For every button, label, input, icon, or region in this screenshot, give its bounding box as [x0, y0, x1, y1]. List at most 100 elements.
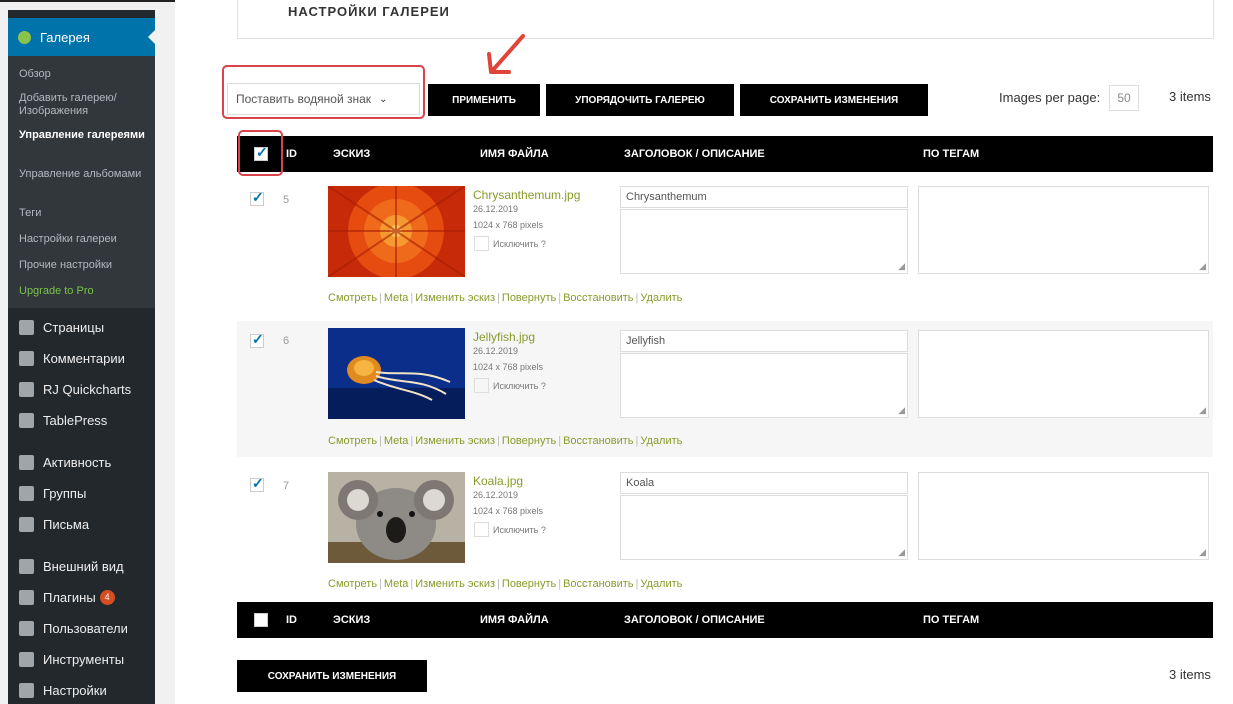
submenu-add-gallery[interactable]: Добавить галерею/ Изображения: [19, 92, 149, 118]
thumbnail-jellyfish[interactable]: [328, 328, 465, 419]
sidebar-item-activity[interactable]: Активность: [8, 450, 155, 474]
images-per-page-input[interactable]: 50: [1109, 85, 1139, 111]
highlight-box-checkbox: [238, 130, 283, 176]
sidebar-label: Комментарии: [43, 350, 125, 366]
exclude-label: Исключить ?: [493, 238, 546, 249]
submenu-overview[interactable]: Обзор: [19, 68, 149, 81]
row-checkbox[interactable]: [250, 331, 264, 348]
select-all-checkbox-bottom[interactable]: [254, 613, 268, 627]
exclude-option[interactable]: Исключить ?: [474, 378, 546, 393]
col-filename[interactable]: ИМЯ ФАЙЛА: [480, 148, 549, 160]
file-name-link[interactable]: Chrysanthemum.jpg: [473, 188, 580, 202]
sidebar-item-gallery[interactable]: Галерея: [8, 18, 155, 56]
file-date: 26.12.2019: [473, 204, 519, 214]
sidebar-item-quickcharts[interactable]: RJ Quickcharts: [8, 377, 155, 401]
gallery-settings-panel[interactable]: НАСТРОЙКИ ГАЛЕРЕИ: [237, 0, 1214, 39]
sidebar-item-users[interactable]: Пользователи: [8, 616, 155, 640]
exclude-checkbox[interactable]: [474, 236, 489, 251]
action-view[interactable]: Смотреть: [328, 435, 377, 447]
brush-icon: [19, 558, 34, 574]
save-changes-button-bottom[interactable]: СОХРАНИТЬ ИЗМЕНЕНИЯ: [237, 660, 427, 692]
tags-textarea[interactable]: ◢: [918, 186, 1209, 274]
action-meta[interactable]: Meta: [384, 435, 408, 447]
plugin-icon: [19, 589, 34, 605]
exclude-label: Исключить ?: [493, 380, 546, 391]
action-view[interactable]: Смотреть: [328, 292, 377, 304]
title-input[interactable]: Koala: [620, 472, 908, 494]
action-rotate[interactable]: Повернуть: [502, 435, 556, 447]
sidebar-header-label: Галерея: [40, 29, 90, 45]
col-id[interactable]: ID: [286, 148, 297, 160]
sidebar-item-plugins[interactable]: Плагины 4: [8, 585, 155, 609]
exclude-checkbox[interactable]: [474, 522, 489, 537]
row-checkbox[interactable]: [250, 475, 264, 492]
action-rotate[interactable]: Повернуть: [502, 578, 556, 590]
apply-button[interactable]: ПРИМЕНИТЬ: [428, 84, 540, 116]
description-textarea[interactable]: ◢: [620, 209, 908, 274]
action-meta[interactable]: Meta: [384, 578, 408, 590]
title-input[interactable]: Chrysanthemum: [620, 186, 908, 208]
resize-grip-icon: ◢: [898, 261, 905, 271]
file-dimensions: 1024 x 768 pixels: [473, 506, 544, 516]
col-filename[interactable]: ИМЯ ФАЙЛА: [480, 614, 549, 626]
submenu-manage-albums[interactable]: Управление альбомами: [19, 168, 149, 181]
sidebar-item-pages[interactable]: Страницы: [8, 315, 155, 339]
submenu-other-settings[interactable]: Прочие настройки: [19, 259, 149, 272]
col-title-desc: ЗАГОЛОВОК / ОПИСАНИЕ: [624, 148, 765, 160]
submenu-tags[interactable]: Теги: [19, 207, 149, 220]
highlight-box-select: [222, 65, 425, 119]
separator: |: [379, 435, 382, 447]
action-restore[interactable]: Восстановить: [563, 435, 633, 447]
description-textarea[interactable]: ◢: [620, 353, 908, 418]
save-changes-button[interactable]: СОХРАНИТЬ ИЗМЕНЕНИЯ: [740, 84, 928, 116]
images-per-page-label: Images per page:: [999, 90, 1101, 105]
title-input[interactable]: Jellyfish: [620, 330, 908, 352]
action-rotate[interactable]: Повернуть: [502, 292, 556, 304]
separator: |: [558, 578, 562, 590]
mail-icon: [19, 516, 34, 532]
file-name-link[interactable]: Koala.jpg: [473, 474, 523, 488]
row-checkbox[interactable]: [250, 189, 264, 206]
submenu-gallery-settings[interactable]: Настройки галереи: [19, 233, 149, 246]
sidebar-item-groups[interactable]: Группы: [8, 481, 155, 505]
separator: |: [410, 292, 414, 304]
separator: |: [410, 578, 414, 590]
description-textarea[interactable]: ◢: [620, 495, 908, 560]
resize-grip-icon: ◢: [898, 547, 905, 557]
table-header: ID ЭСКИЗ ИМЯ ФАЙЛА ЗАГОЛОВОК / ОПИСАНИЕ …: [237, 136, 1213, 172]
thumbnail-chrysanthemum[interactable]: [328, 186, 465, 277]
action-delete[interactable]: Удалить: [640, 292, 682, 304]
action-edit-thumb[interactable]: Изменить эскиз: [415, 578, 495, 590]
sidebar-item-appearance[interactable]: Внешний вид: [8, 554, 155, 578]
sidebar-label: Пользователи: [43, 620, 128, 636]
exclude-checkbox[interactable]: [474, 378, 489, 393]
sidebar-item-tools[interactable]: Инструменты: [8, 647, 155, 671]
resize-grip-icon: ◢: [1199, 261, 1206, 271]
chart-icon: [19, 381, 34, 397]
action-edit-thumb[interactable]: Изменить эскиз: [415, 292, 495, 304]
action-delete[interactable]: Удалить: [640, 435, 682, 447]
submenu-manage-galleries[interactable]: Управление галереями: [19, 129, 149, 142]
thumbnail-koala[interactable]: [328, 472, 465, 563]
wrench-icon: [19, 651, 34, 667]
action-restore[interactable]: Восстановить: [563, 578, 633, 590]
sidebar-item-emails[interactable]: Письма: [8, 512, 155, 536]
action-edit-thumb[interactable]: Изменить эскиз: [415, 435, 495, 447]
sidebar-item-tablepress[interactable]: TablePress: [8, 408, 155, 432]
tags-textarea[interactable]: ◢: [918, 472, 1209, 560]
submenu-upgrade-pro[interactable]: Upgrade to Pro: [19, 285, 149, 298]
sidebar-item-comments[interactable]: Комментарии: [8, 346, 155, 370]
exclude-option[interactable]: Исключить ?: [474, 522, 546, 537]
sidebar-label: Страницы: [43, 319, 105, 335]
exclude-option[interactable]: Исключить ?: [474, 236, 546, 251]
sidebar-item-settings[interactable]: Настройки: [8, 678, 155, 702]
tags-textarea[interactable]: ◢: [918, 330, 1209, 418]
action-view[interactable]: Смотреть: [328, 578, 377, 590]
sort-gallery-button[interactable]: УПОРЯДОЧИТЬ ГАЛЕРЕЮ: [546, 84, 734, 116]
action-delete[interactable]: Удалить: [640, 578, 682, 590]
action-restore[interactable]: Восстановить: [563, 292, 633, 304]
file-name-link[interactable]: Jellyfish.jpg: [473, 330, 535, 344]
col-id[interactable]: ID: [286, 614, 297, 626]
sidebar-label: Группы: [43, 485, 87, 501]
action-meta[interactable]: Meta: [384, 292, 408, 304]
